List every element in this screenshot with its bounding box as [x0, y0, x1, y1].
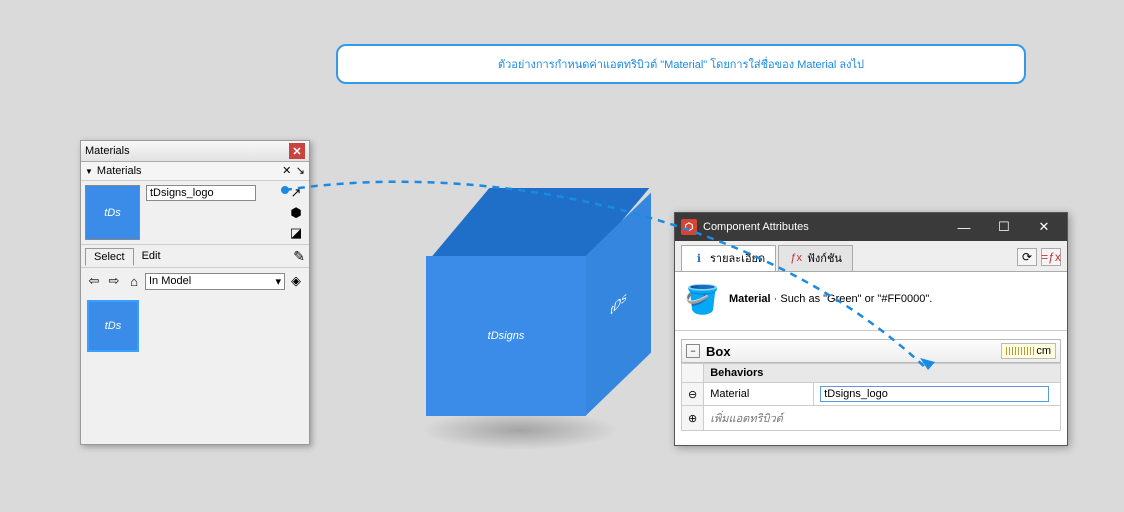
forward-icon[interactable]: ⇨: [105, 272, 123, 290]
add-material-icon[interactable]: ⬢: [287, 205, 305, 221]
sketchup-icon: ⬡: [681, 219, 697, 235]
fx-icon: ƒx: [789, 251, 803, 265]
chevron-down-icon: ▾: [275, 275, 281, 288]
material-thumb[interactable]: tDs: [87, 300, 139, 352]
materials-titlebar[interactable]: Materials ✕: [81, 141, 309, 162]
attribute-value-cell[interactable]: [814, 383, 1061, 406]
collapse-icon[interactable]: [85, 165, 93, 177]
close-icon[interactable]: ✕: [289, 143, 305, 159]
annotation-text: ตัวอย่างการกำหนดค่าแอตทริบิวต์ "Material…: [498, 55, 864, 73]
paint-bucket-icon: 🪣: [685, 282, 719, 316]
section-behaviors: Behaviors: [704, 364, 1061, 383]
cube-shadow: [420, 410, 620, 450]
collapse-component-icon[interactable]: −: [686, 344, 700, 358]
current-material-swatch[interactable]: tDs: [85, 185, 140, 240]
unit-selector[interactable]: cm: [1001, 343, 1056, 359]
materials-panel: Materials ✕ Materials ✕ ↘ tDs ↗ ⬢ ◪ Sele…: [80, 140, 310, 445]
close-icon[interactable]: ✕: [1027, 217, 1061, 237]
attribute-value-input[interactable]: [820, 386, 1049, 402]
materials-tabs: Select Edit ✎: [81, 244, 309, 268]
eyedropper-icon[interactable]: ✎: [293, 248, 305, 265]
attributes-table: Behaviors ⊖ Material ⊕ เพิ่มแอตทริบิวต์: [681, 363, 1061, 431]
back-icon[interactable]: ⇦: [85, 272, 103, 290]
add-attribute-row[interactable]: ⊕ เพิ่มแอตทริบิวต์: [682, 406, 1061, 431]
minimize-icon[interactable]: —: [947, 217, 981, 237]
component-name: Box: [706, 344, 1001, 359]
materials-grid: tDs: [81, 294, 309, 444]
tab-details[interactable]: ℹรายละเอียด: [681, 245, 776, 271]
attribute-name[interactable]: Material: [704, 383, 814, 406]
attribute-row: ⊖ Material: [682, 383, 1061, 406]
toggle-formula-icon[interactable]: =ƒx: [1041, 248, 1061, 266]
section-close-icon[interactable]: ✕: [280, 164, 294, 178]
model-cube: tDs tDsigns: [400, 180, 640, 440]
materials-section-label: Materials: [97, 165, 142, 177]
hint-text: Material · Such as "Green" or "#FF0000".: [729, 293, 932, 305]
add-attribute-label[interactable]: เพิ่มแอตทริบิวต์: [704, 406, 1061, 431]
component-header: − Box cm: [681, 339, 1061, 363]
tab-select[interactable]: Select: [85, 248, 134, 266]
arrow-create-icon[interactable]: ↗: [287, 185, 305, 201]
ruler-icon: [1006, 347, 1034, 355]
remove-attribute-icon[interactable]: ⊖: [682, 383, 704, 406]
material-name-input[interactable]: [146, 185, 256, 201]
annotation-callout: ตัวอย่างการกำหนดค่าแอตทริบิวต์ "Material…: [336, 44, 1026, 84]
tab-functions[interactable]: ƒxฟังก์ชัน: [778, 245, 853, 271]
component-titlebar[interactable]: ⬡ Component Attributes — ☐ ✕: [675, 213, 1067, 241]
attribute-hint: 🪣 Material · Such as "Green" or "#FF0000…: [675, 272, 1067, 331]
details-menu-icon[interactable]: ◈: [287, 272, 305, 290]
cube-front-face: tDsigns: [426, 256, 586, 416]
tab-edit[interactable]: Edit: [134, 248, 169, 264]
row-spacer: [682, 364, 704, 383]
component-attributes-panel: ⬡ Component Attributes — ☐ ✕ ℹรายละเอียด…: [674, 212, 1068, 446]
refresh-icon[interactable]: ⟳: [1017, 248, 1037, 266]
component-tabs: ℹรายละเอียด ƒxฟังก์ชัน ⟳ =ƒx: [675, 241, 1067, 272]
component-title: Component Attributes: [703, 221, 941, 233]
default-material-icon[interactable]: ◪: [287, 225, 305, 241]
materials-subheader: Materials ✕ ↘: [81, 162, 309, 181]
info-icon: ℹ: [692, 251, 706, 265]
materials-title: Materials: [85, 145, 130, 157]
pin-icon[interactable]: ↘: [296, 164, 305, 178]
home-icon[interactable]: ⌂: [125, 272, 143, 290]
add-attribute-icon[interactable]: ⊕: [682, 406, 704, 431]
maximize-icon[interactable]: ☐: [987, 217, 1021, 237]
library-dropdown[interactable]: In Model ▾: [145, 273, 285, 290]
library-dropdown-value: In Model: [149, 275, 191, 288]
